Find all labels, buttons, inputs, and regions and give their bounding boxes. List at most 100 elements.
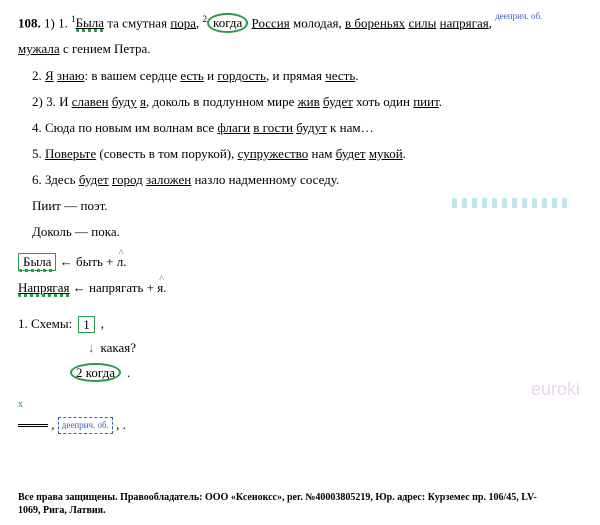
item4-num: 4.: [32, 120, 42, 135]
schema-comma: ,: [101, 313, 104, 335]
schema-question: какая?: [101, 337, 137, 359]
gloss2-sep: —: [72, 224, 92, 239]
schema-box2-word: когда: [86, 365, 115, 380]
text-4e: к нам…: [330, 120, 374, 135]
word-sily: силы: [408, 15, 436, 30]
word-mukoy: мукой: [369, 146, 403, 161]
morph-part1a: быть +: [76, 254, 114, 269]
word-vgosti: в гости: [253, 120, 293, 135]
text-2i: .: [355, 68, 358, 83]
morph-suffix-ya: я: [157, 280, 163, 295]
item3-num: 3.: [46, 94, 56, 109]
word-borenyah: в бореньях: [345, 15, 405, 30]
schema-label: 1. Схемы:: [18, 313, 72, 335]
footer: Все права защищены. Правообладатель: ООО…: [18, 491, 582, 517]
word-budet6: будет: [79, 172, 109, 187]
text-1f: молодая,: [293, 15, 342, 30]
gloss-2: Доколь — пока.: [18, 221, 582, 243]
text-1l: с гением Петра.: [63, 41, 151, 56]
item6-num: 6.: [32, 172, 42, 187]
gloss1-sep: —: [61, 198, 81, 213]
line-1: 108. 1) 1. 1Была та смутная пора, 2когда…: [18, 12, 582, 34]
word-gorod: город: [112, 172, 143, 187]
word-zalozhen: заложен: [146, 172, 191, 187]
item5-num: 5.: [32, 146, 42, 161]
text-1j: ,: [489, 15, 492, 30]
line-2: 2. Я знаю: в вашем сердце есть и гордост…: [18, 65, 582, 87]
word-pora: пора: [170, 15, 196, 30]
superscript-1: 1: [71, 14, 76, 24]
arrow-left-icon-2: ←: [73, 280, 86, 295]
word-budet3: будет: [323, 94, 353, 109]
text-5b: (совесть в том порукой),: [99, 146, 234, 161]
text-6e: назло надменному соседу.: [194, 172, 339, 187]
morph-end1: .: [123, 254, 126, 269]
schema-bottom: x , дееприч. об. , .: [18, 392, 582, 436]
gloss2-left: Доколь: [32, 224, 72, 239]
word-flagi: флаги: [217, 120, 250, 135]
word-budut: будут: [296, 120, 327, 135]
morph-part2a: напрягать +: [89, 280, 154, 295]
word-znayu: знаю: [57, 68, 85, 83]
line-5: 5. Поверьте (совесть в том порукой), суп…: [18, 143, 582, 165]
word-piit: пиит: [413, 94, 439, 109]
word-slaven: славен: [72, 94, 109, 109]
schema-dot: .: [127, 362, 130, 384]
word-zhiv: жив: [298, 94, 320, 109]
group2-label: 2): [32, 94, 43, 109]
double-underline-icon: [18, 424, 48, 427]
arrow-down-icon: ↓: [88, 337, 95, 359]
word-rossiya: Россия: [252, 15, 290, 30]
text-1a: та смутная: [107, 15, 167, 30]
watermark: euroki: [531, 374, 580, 405]
morph-word-napryagaya: Напрягая: [18, 280, 70, 295]
text-5d: нам: [311, 146, 332, 161]
word-supruzhestvo: супружество: [238, 146, 309, 161]
gloss2-right: пока.: [91, 224, 120, 239]
line-4: 4. Сюда по новым им волнам все флаги в г…: [18, 117, 582, 139]
text-3e: , доколь в подлунном мире: [146, 94, 294, 109]
arrow-left-icon: ←: [60, 254, 73, 269]
group1-label: 1): [44, 15, 55, 30]
item2-num: 2.: [32, 68, 42, 83]
line-1-cont: мужала с гением Петра.: [18, 38, 582, 60]
word-napryagaya: напрягая: [440, 15, 489, 30]
schema-box-2: 2 когда: [70, 363, 121, 383]
morph-word-byla: Была: [18, 253, 56, 271]
text-3h: хоть один: [356, 94, 410, 109]
word-budu: буду: [112, 94, 137, 109]
text-2e: и: [207, 68, 214, 83]
text-6a: Здесь: [45, 172, 76, 187]
word-muzhala: мужала: [18, 41, 60, 56]
text-2g: , и прямая: [266, 68, 322, 83]
text-2c: : в вашем сердце: [85, 68, 178, 83]
morph-suffix-l: л: [117, 254, 124, 269]
word-poverte: Поверьте: [45, 146, 96, 161]
word-byla: Была: [76, 15, 104, 30]
exercise-number: 108.: [18, 15, 41, 30]
text-4a: Сюда по новым им волнам все: [45, 120, 214, 135]
text-3a: И: [59, 94, 68, 109]
dashed-box-deeprich: дееприч. об.: [58, 417, 113, 434]
word-budet5: будет: [336, 146, 366, 161]
word-est: есть: [180, 68, 203, 83]
comma-sep2: , .: [116, 417, 126, 432]
word-ya: Я: [45, 68, 54, 83]
line-3: 2) 3. И славен буду я, доколь в подлунно…: [18, 91, 582, 113]
word-kogda-circled: когда: [207, 13, 248, 33]
item1-num: 1.: [58, 15, 68, 30]
word-chest: честь: [325, 68, 355, 83]
footer-line1: Все права защищены. Правообладатель: ООО…: [18, 492, 537, 503]
line-6: 6. Здесь будет город заложен назло надме…: [18, 169, 582, 191]
annotation-deeprich: дееприч. об.: [495, 11, 542, 21]
text-3j: .: [439, 94, 442, 109]
text-1c: ,: [196, 15, 199, 30]
footer-line2: 1069, Рига, Латвия.: [18, 505, 106, 516]
schema-box2-num: 2: [76, 365, 83, 380]
gloss1-left: Пиит: [32, 198, 61, 213]
morph-line-1: Была ← быть + л.: [18, 251, 582, 273]
text-5g: .: [403, 146, 406, 161]
x-mark-icon: x: [18, 399, 23, 410]
schema-block: 1. Схемы: 1 , ↓ какая? 2 когда .: [18, 313, 582, 383]
decorative-wave: [452, 198, 572, 208]
